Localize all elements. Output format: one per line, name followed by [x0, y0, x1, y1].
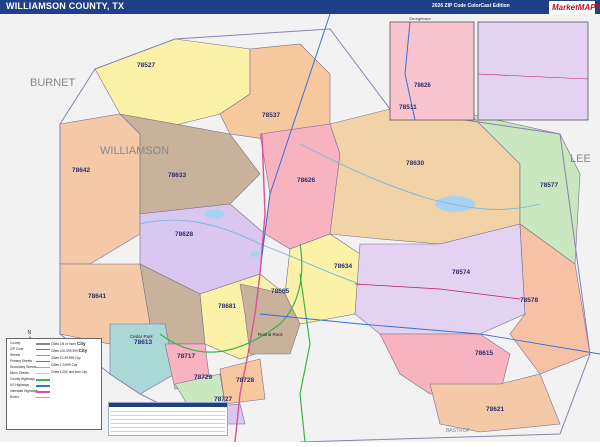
legend-swatch [36, 367, 50, 368]
zip-index-row [111, 411, 225, 412]
legend-label: Minor Streets [10, 371, 29, 375]
legend-swatch [36, 355, 50, 356]
lake [250, 251, 260, 257]
zip-index-table [108, 402, 228, 436]
zip-index-row [111, 423, 225, 424]
inset-city-label: Georgetown [409, 16, 431, 21]
brand-logo: MarketMAPS [548, 0, 600, 15]
county-label: BURNET [30, 77, 76, 89]
legend-label: County [10, 341, 21, 345]
zip-index-row [111, 427, 225, 428]
map-title: WILLIAMSON COUNTY, TX [6, 1, 125, 11]
zip-label: 78615 [475, 350, 493, 357]
small-county-labels: BASTROP [446, 428, 471, 434]
zip-label: 78527 [137, 62, 155, 69]
zip-label: 78717 [177, 353, 195, 360]
zip-label: 78537 [262, 112, 280, 119]
zip-label: 78642 [72, 167, 90, 174]
zip-label: 78621 [486, 406, 504, 413]
city-label: Cedar Park [130, 334, 154, 339]
zip-index-row [111, 431, 225, 432]
legend-city-label: Cities 1-9,999 [51, 363, 71, 367]
zip-region [284, 233, 361, 325]
brand-logo-text: MarketMAPS [552, 3, 600, 12]
county-label: LEE [570, 153, 591, 165]
legend-city-sample: City [78, 348, 88, 353]
zip-label: 78633 [168, 172, 186, 179]
city-label: Round Rock [258, 332, 284, 337]
zip-label: 78574 [452, 269, 470, 276]
zip-label: 78728 [236, 377, 254, 384]
county-label: WILLIAMSON [100, 145, 169, 157]
zip-label: 78681 [218, 303, 236, 310]
legend-city-sample: City [71, 363, 78, 367]
edition-label: 2026 ZIP Code ColorCast Edition [432, 3, 510, 9]
zip-region [59, 113, 141, 265]
legend-label: Rivers [10, 395, 20, 399]
legend-city-label: Cities 1M or more [51, 342, 77, 346]
legend-city-label: Cities 100-999,999 [51, 349, 78, 353]
legend-city-sample: City [75, 356, 81, 360]
legend-label: Secondary Streets [10, 365, 37, 369]
legend-swatch [36, 349, 50, 350]
inset-zip-label: 78626 [414, 83, 431, 89]
legend-label: Interstate Highways [10, 389, 38, 393]
lake [205, 209, 225, 219]
legend-swatch [36, 361, 50, 362]
legend-city-sample: City [81, 370, 87, 374]
map-legend: County ZIP Code Streets Primary Streets … [6, 338, 102, 430]
legend-swatch [36, 373, 50, 374]
legend-swatch [36, 397, 50, 398]
zip-index-header [109, 403, 227, 407]
county-label: BASTROP [446, 428, 471, 434]
inset-panels[interactable] [389, 21, 589, 121]
legend-city-label: Cities 1,000 and less [51, 370, 81, 374]
zip-label: 78630 [406, 160, 424, 167]
title-bar: WILLIAMSON COUNTY, TX 2026 ZIP Code Colo… [0, 0, 600, 14]
legend-city-sample: City [77, 341, 86, 346]
zip-label: 78665 [271, 288, 289, 295]
legend-label: County Highways [10, 377, 35, 381]
legend-swatch [36, 379, 50, 381]
legend-label: Primary Streets [10, 359, 32, 363]
zip-index-row [111, 415, 225, 416]
legend-city-label: Cities 10-99,999 [51, 356, 75, 360]
inset-panel-2 [477, 21, 589, 121]
legend-label: Streets [10, 353, 21, 357]
zip-label: 78628 [175, 231, 193, 238]
zip-label: 78729 [194, 374, 212, 381]
legend-swatch [36, 391, 50, 393]
legend-swatch [36, 385, 50, 387]
zip-label: 78641 [88, 293, 106, 300]
zip-label: 78626 [297, 177, 315, 184]
legend-label: ZIP Code [10, 347, 24, 351]
legend-label: US Highways [10, 383, 30, 387]
compass-n-label: N [28, 330, 32, 336]
zip-label: 78634 [334, 263, 352, 270]
lake [435, 196, 475, 212]
zip-label: 78577 [540, 182, 558, 189]
inset-city-labels: Georgetown [409, 16, 431, 21]
inset-labels: 78626 [414, 83, 431, 89]
legend-swatch [36, 343, 50, 345]
zip-label: 78578 [520, 297, 538, 304]
zip-label: 78511 [399, 104, 417, 111]
zip-index-row [111, 419, 225, 420]
zip-label: 78613 [134, 339, 152, 346]
